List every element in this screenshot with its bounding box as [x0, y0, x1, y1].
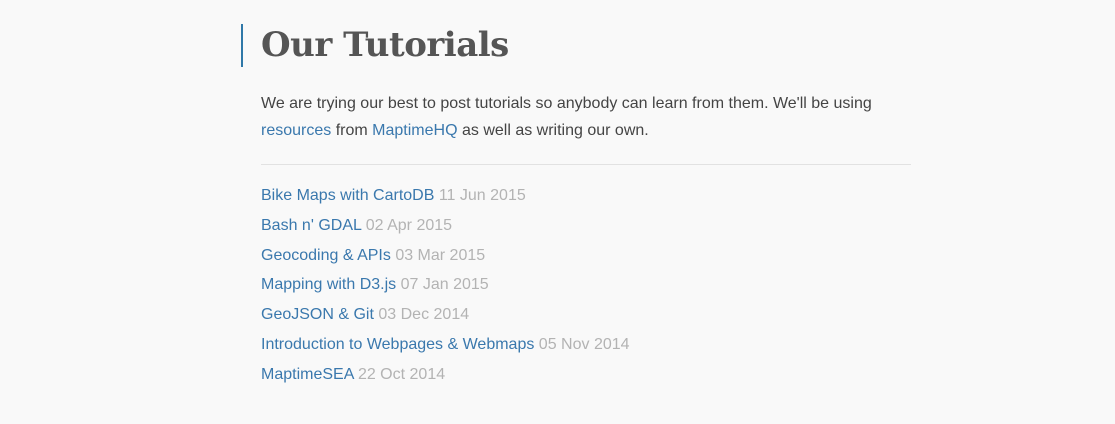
post-item: Bash n' GDAL 02 Apr 2015	[261, 211, 911, 241]
post-date: 07 Jan 2015	[400, 276, 489, 294]
maptimehq-link[interactable]: MaptimeHQ	[372, 122, 457, 139]
resources-link[interactable]: resources	[261, 122, 331, 139]
page-heading: Our Tutorials	[241, 24, 911, 67]
intro-text-after: as well as writing our own.	[461, 122, 649, 139]
post-list: Bike Maps with CartoDB 11 Jun 2015 Bash …	[261, 181, 911, 390]
post-link[interactable]: Geocoding & APIs	[261, 247, 391, 264]
post-date: 05 Nov 2014	[538, 335, 630, 353]
post-date: 22 Oct 2014	[357, 365, 446, 383]
post-date: 03 Mar 2015	[395, 246, 486, 264]
post-item: Geocoding & APIs 03 Mar 2015	[261, 241, 911, 271]
intro-text-before: We are trying our best to post tutorials…	[261, 95, 872, 112]
post-item: Bike Maps with CartoDB 11 Jun 2015	[261, 181, 911, 211]
post-date: 11 Jun 2015	[438, 187, 526, 204]
divider	[261, 164, 911, 165]
page-title: Our Tutorials	[261, 25, 509, 65]
post-date: 02 Apr 2015	[365, 216, 453, 234]
post-item: GeoJSON & Git 03 Dec 2014	[261, 300, 911, 330]
post-item: Introduction to Webpages & Webmaps 05 No…	[261, 330, 911, 360]
post-link[interactable]: Introduction to Webpages & Webmaps	[261, 336, 534, 353]
post-link[interactable]: MaptimeSEA	[261, 366, 353, 383]
main-content: Our Tutorials We are trying our best to …	[241, 24, 911, 390]
post-link[interactable]: GeoJSON & Git	[261, 306, 374, 323]
post-item: Mapping with D3.js 07 Jan 2015	[261, 270, 911, 300]
post-link[interactable]: Bike Maps with CartoDB	[261, 187, 434, 204]
intro-text-middle: from	[335, 122, 368, 139]
intro-paragraph: We are trying our best to post tutorials…	[261, 90, 911, 144]
post-link[interactable]: Mapping with D3.js	[261, 276, 396, 293]
post-link[interactable]: Bash n' GDAL	[261, 217, 361, 234]
post-item: MaptimeSEA 22 Oct 2014	[261, 360, 911, 390]
post-date: 03 Dec 2014	[378, 306, 470, 324]
